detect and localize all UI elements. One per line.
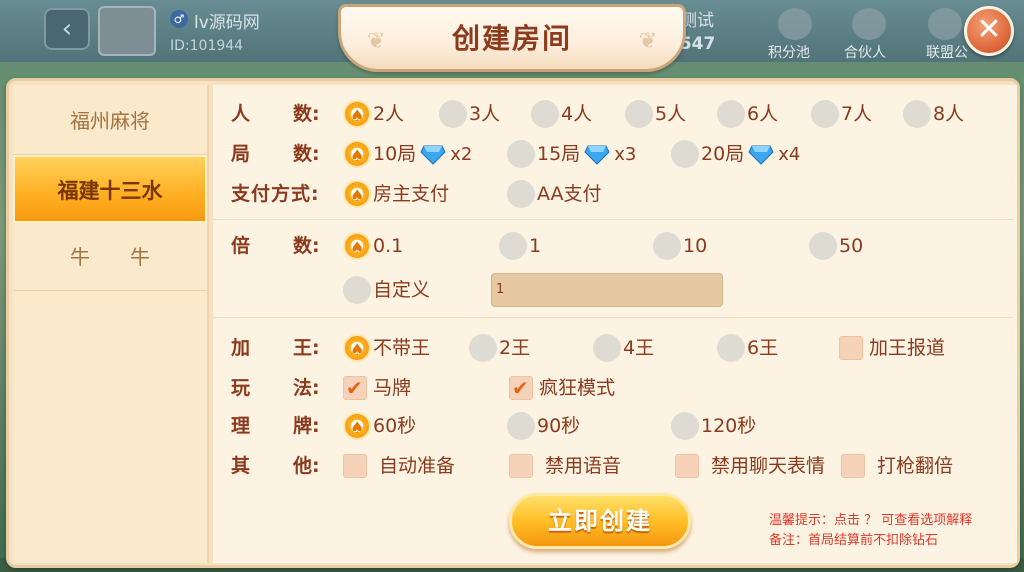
radio-icon bbox=[507, 180, 535, 208]
radio-selected-icon bbox=[343, 231, 371, 265]
male-gender-icon: ♂ bbox=[170, 10, 188, 28]
diamond-icon bbox=[748, 145, 774, 165]
dialog-title-plate: ❦ 创建房间 ❦ bbox=[338, 4, 686, 72]
sidebar-item-niuniu[interactable]: 牛 牛 bbox=[13, 223, 207, 291]
radio-icon bbox=[507, 412, 535, 440]
diamond-icon bbox=[584, 145, 610, 165]
divider bbox=[213, 317, 1013, 318]
points-pool-label: 积分池 bbox=[768, 45, 810, 61]
avatar bbox=[98, 6, 156, 56]
jokers-row: 加 王: 不带王 2王 4王 6王 加王报道 bbox=[213, 331, 1013, 367]
radio-selected-icon bbox=[343, 139, 371, 173]
custom-multiplier-input[interactable]: 1 bbox=[491, 273, 723, 307]
user-id: ID:101944 bbox=[170, 38, 244, 54]
create-now-button[interactable]: 立即创建 bbox=[509, 493, 691, 549]
checkbox-icon bbox=[839, 336, 863, 360]
checkbox-checked-icon bbox=[509, 371, 533, 405]
user-name: lv源码网 bbox=[194, 13, 260, 33]
checkbox-icon bbox=[841, 454, 865, 478]
radio-icon bbox=[717, 100, 745, 128]
alliance-icon bbox=[928, 8, 962, 40]
radio-icon bbox=[653, 232, 681, 260]
multiplier-row: 倍 数: 0.1 1 10 50 bbox=[213, 229, 1013, 265]
radio-icon bbox=[469, 334, 497, 362]
checkbox-checked-icon bbox=[343, 371, 367, 405]
divider bbox=[213, 219, 1013, 220]
players-row: 人 数: 2人 3人 4人 5人 6人 7人 8人 bbox=[213, 97, 1013, 133]
game-sidebar: 福州麻将 福建十三水 牛 牛 bbox=[13, 85, 209, 563]
radio-icon bbox=[531, 100, 559, 128]
radio-icon bbox=[507, 140, 535, 168]
tip-text: 温馨提示：点击 ？ 可查看选项解释 bbox=[769, 513, 973, 528]
radio-icon bbox=[903, 100, 931, 128]
radio-icon bbox=[499, 232, 527, 260]
radio-icon bbox=[809, 232, 837, 260]
radio-icon bbox=[811, 100, 839, 128]
radio-icon bbox=[671, 140, 699, 168]
radio-icon bbox=[717, 334, 745, 362]
radio-icon bbox=[343, 276, 371, 304]
create-room-dialog: 福州麻将 福建十三水 牛 牛 人 数: 2人 3人 4人 5人 6人 7人 8人… bbox=[6, 78, 1020, 568]
checkbox-icon bbox=[343, 454, 367, 478]
partner-label: 合伙人 bbox=[844, 45, 886, 61]
other-row: 其 他: 自动准备 禁用语音 禁用聊天表情 打枪翻倍 bbox=[231, 454, 954, 478]
checkbox-icon bbox=[675, 454, 699, 478]
radio-icon bbox=[625, 100, 653, 128]
dialog-title: 创建房间 bbox=[451, 22, 572, 55]
alliance-label: 联盟公 bbox=[926, 45, 968, 61]
radio-selected-icon bbox=[343, 333, 371, 367]
note-text: 备注：首局结算前不扣除钻石 bbox=[769, 533, 939, 548]
right-wing-icon: ❦ bbox=[638, 29, 657, 54]
sidebar-item-fuzhou-mahjong[interactable]: 福州麻将 bbox=[13, 87, 207, 155]
radio-selected-icon bbox=[343, 179, 371, 213]
radio-icon bbox=[593, 334, 621, 362]
back-arrow-icon: ‹ bbox=[44, 8, 90, 50]
radio-selected-icon bbox=[343, 99, 371, 133]
points-pool-icon bbox=[778, 8, 812, 40]
left-wing-icon: ❦ bbox=[367, 29, 386, 54]
close-icon: ✕ bbox=[976, 12, 1002, 47]
diamond-icon bbox=[420, 145, 446, 165]
play-row: 玩 法: 马牌 疯狂模式 bbox=[213, 371, 1013, 405]
options-panel: 人 数: 2人 3人 4人 5人 6人 7人 8人 局 数: 10局x2 15局… bbox=[213, 85, 1017, 563]
payment-row: 支付方式: 房主支付 AA支付 bbox=[213, 177, 1013, 213]
checkbox-icon bbox=[509, 454, 533, 478]
arrange-row: 理 牌: 60秒 90秒 120秒 bbox=[213, 409, 1013, 445]
radio-icon bbox=[439, 100, 467, 128]
radio-selected-icon bbox=[343, 411, 371, 445]
rounds-row: 局 数: 10局x2 15局x3 20局x4 bbox=[213, 137, 1013, 173]
radio-icon bbox=[671, 412, 699, 440]
partner-handshake-icon bbox=[852, 8, 886, 40]
sidebar-item-fujian-thirteen[interactable]: 福建十三水 bbox=[13, 155, 207, 223]
close-button[interactable]: ✕ bbox=[964, 6, 1014, 56]
